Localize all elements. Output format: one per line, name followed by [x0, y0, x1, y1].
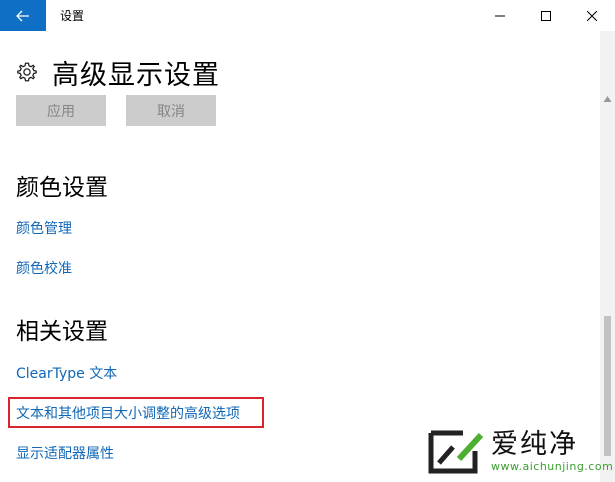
watermark-brand: 爱纯净 [491, 429, 578, 460]
link-display-adapter-properties[interactable]: 显示适配器属性 [16, 443, 114, 463]
scroll-up-icon[interactable] [603, 95, 612, 103]
title-bar: 设置 [0, 0, 615, 31]
brand-logo-icon [428, 430, 483, 473]
page-header: 高级显示设置 [16, 52, 220, 92]
link-color-calibration[interactable]: 颜色校准 [16, 258, 72, 278]
minimize-button[interactable] [477, 0, 523, 31]
cancel-button[interactable]: 取消 [126, 95, 216, 126]
maximize-button[interactable] [523, 0, 569, 31]
highlight-box [8, 397, 264, 428]
section-title-color: 颜色设置 [16, 175, 108, 201]
vertical-scrollbar[interactable] [600, 31, 615, 482]
link-color-management[interactable]: 颜色管理 [16, 218, 72, 238]
maximize-icon [541, 10, 551, 21]
watermark-url: www.aichunjing.com [491, 460, 614, 473]
page-title: 高级显示设置 [52, 59, 220, 91]
minimize-icon [495, 15, 505, 16]
arrow-left-icon [16, 10, 29, 21]
close-button[interactable] [569, 0, 615, 31]
window-title: 设置 [60, 9, 85, 23]
back-button[interactable] [0, 0, 46, 31]
gear-icon [17, 62, 37, 82]
close-icon [587, 10, 597, 21]
link-cleartype-text[interactable]: ClearType 文本 [16, 363, 117, 383]
watermark: 爱纯净 www.aichunjing.com [415, 421, 615, 482]
apply-button[interactable]: 应用 [16, 95, 106, 126]
section-title-related: 相关设置 [16, 319, 108, 345]
